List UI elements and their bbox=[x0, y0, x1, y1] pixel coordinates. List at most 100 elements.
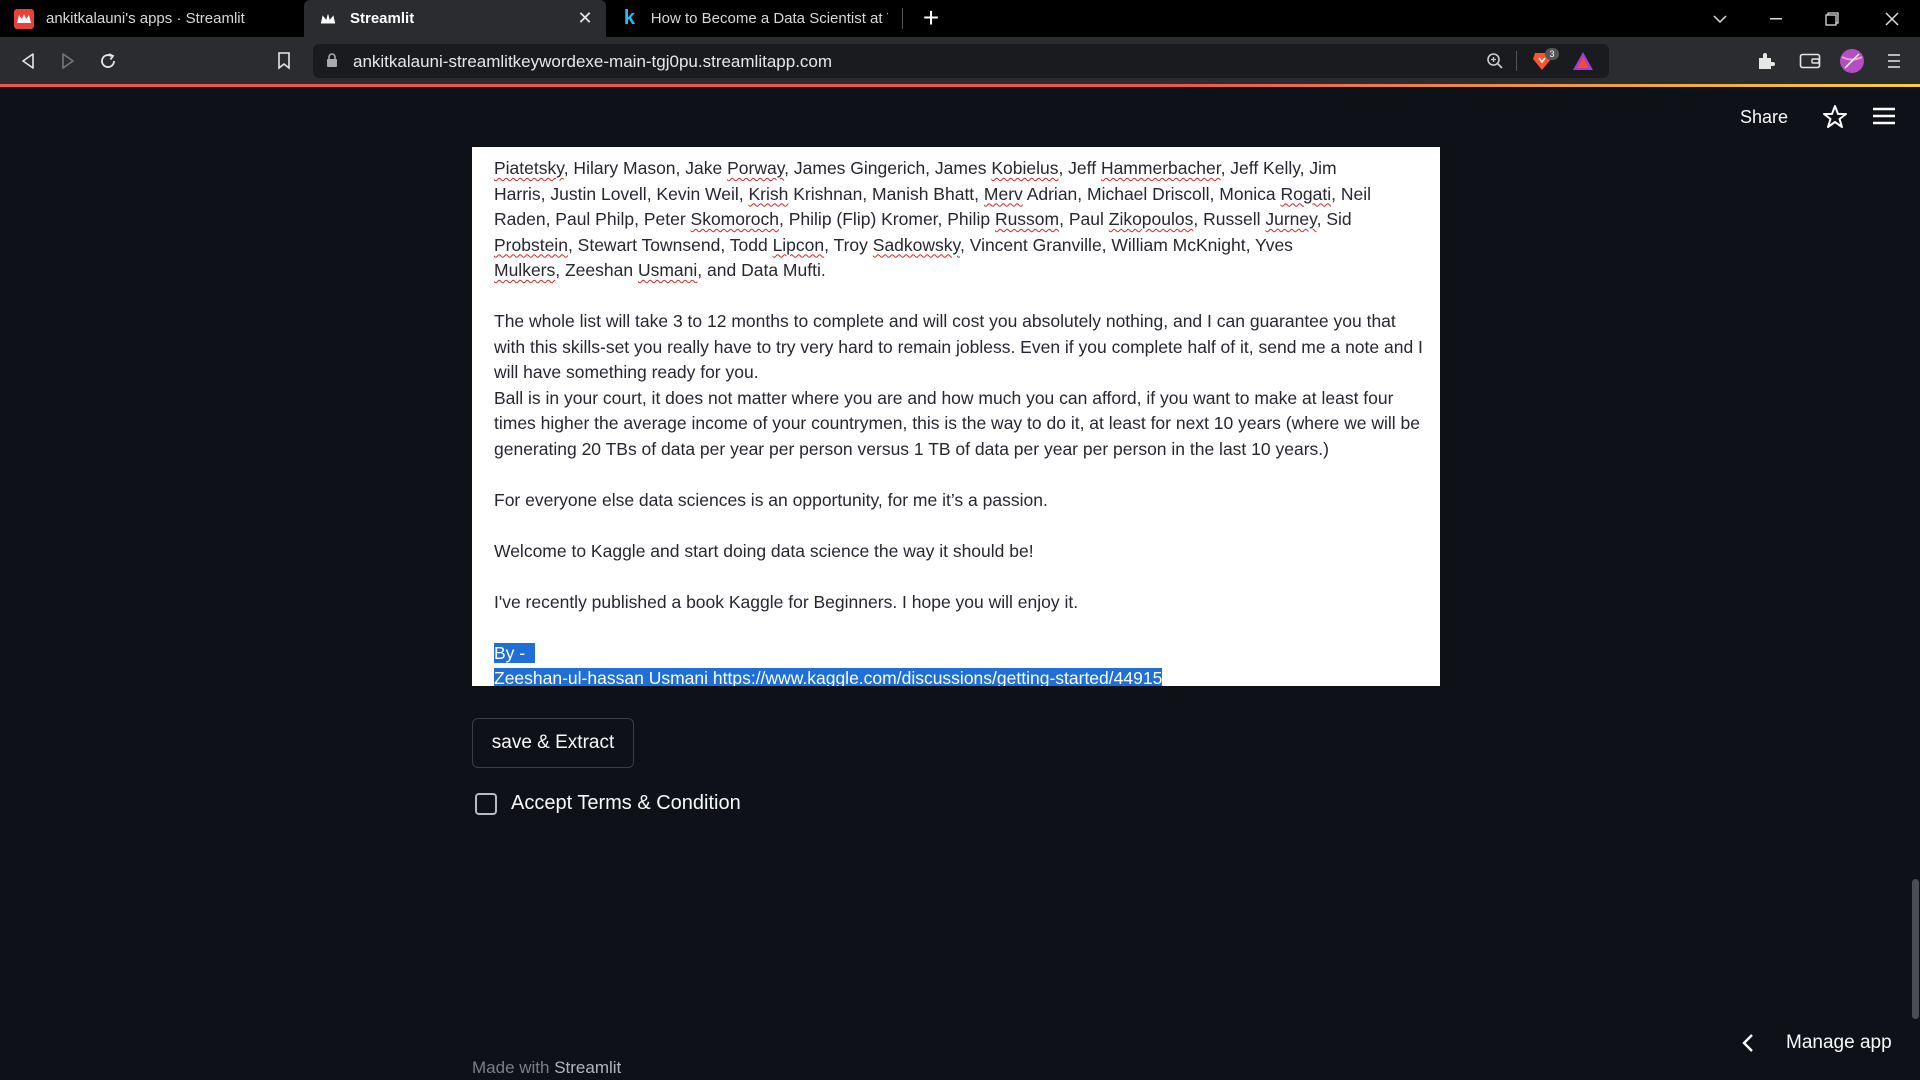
accept-terms-checkbox-row[interactable]: Accept Terms & Condition bbox=[475, 792, 741, 815]
wallet-icon[interactable] bbox=[1796, 47, 1824, 75]
text-fragment: Zeeshan-ul-hassan Usmani https://www.kag… bbox=[494, 668, 1163, 686]
text-fragment: Kobielus bbox=[991, 158, 1059, 178]
text-fragment: Piatetsky bbox=[494, 158, 564, 178]
text-fragment: , Neil bbox=[1331, 183, 1371, 204]
text-fragment: , Vincent Granville, William McKnight, Y… bbox=[959, 234, 1293, 255]
browser-toolbar: ankitkalauni-streamlitkeywordexe-main-tg… bbox=[0, 37, 1920, 85]
text-fragment: Zeeshan-ul- bbox=[494, 668, 588, 686]
text-fragment: Russom bbox=[994, 209, 1060, 229]
text-fragment: Harris, Justin Lovell, Kevin Weil, bbox=[494, 183, 749, 204]
text-fragment: Lipcon bbox=[772, 234, 825, 255]
accept-terms-checkbox[interactable] bbox=[475, 792, 497, 815]
accept-terms-label[interactable]: Accept Terms & Condition bbox=[511, 792, 741, 815]
text-fragment: hassan bbox=[587, 668, 644, 686]
text-fragment: Adrian, Michael Driscoll, Monica bbox=[1022, 183, 1281, 204]
close-icon[interactable]: ✕ bbox=[576, 9, 594, 27]
star-icon[interactable] bbox=[1822, 104, 1848, 130]
text-fragment: Hammerbacher bbox=[1100, 158, 1221, 178]
text-fragment: Mulkers bbox=[494, 260, 556, 280]
zoom-icon[interactable] bbox=[1484, 50, 1506, 72]
address-bar[interactable]: ankitkalauni-streamlitkeywordexe-main-tg… bbox=[313, 44, 1609, 78]
text-fragment: By - bbox=[494, 642, 526, 663]
text-fragment: Skomoroch bbox=[690, 209, 780, 229]
new-tab-icon[interactable]: + bbox=[918, 4, 944, 32]
browser-tab-bar: ankitkalauni's apps · Streamlit Streamli… bbox=[0, 0, 1920, 37]
reload-icon[interactable] bbox=[94, 47, 122, 75]
text-paragraph: Ball is in your court, it does not matte… bbox=[494, 387, 1420, 459]
manage-app-label: Manage app bbox=[1786, 1032, 1892, 1053]
text-fragment: By - bbox=[494, 642, 535, 663]
streamlit-link[interactable]: Streamlit bbox=[554, 1058, 621, 1077]
text-fragment: , Stewart Townsend, Todd bbox=[567, 234, 773, 255]
text-fragment: Usmani bbox=[637, 260, 698, 280]
text-fragment: Krish bbox=[748, 183, 789, 204]
tab-streamlit-active[interactable]: Streamlit ✕ bbox=[304, 0, 606, 37]
text-fragment: https://www.kaggle.com/discussions/getti… bbox=[708, 668, 1163, 686]
text-line: Mulkers, Zeeshan Usmani, and Data Mufti. bbox=[494, 258, 1424, 284]
text-fragment: Krishnan, Manish Bhatt, bbox=[788, 183, 984, 204]
tab-divider bbox=[902, 8, 903, 29]
minimize-icon[interactable] bbox=[1748, 0, 1804, 37]
back-icon[interactable] bbox=[14, 47, 42, 75]
divider bbox=[1516, 51, 1517, 71]
shields-count-badge: 3 bbox=[1545, 48, 1559, 60]
selected-text: Zeeshan-ul-hassan Usmani https://www.kag… bbox=[494, 666, 1424, 686]
text-paragraph: Welcome to Kaggle and start doing data s… bbox=[494, 540, 1034, 561]
text-fragment: Rogati bbox=[1280, 183, 1332, 204]
text-fragment: Zikopoulos bbox=[1108, 209, 1194, 229]
text-fragment: , Philip (Flip) Kromer, Philip bbox=[779, 209, 995, 229]
text-paragraph: The whole list will take 3 to 12 months … bbox=[494, 311, 1423, 382]
streamlit-crown-icon bbox=[318, 9, 338, 29]
text-fragment: , Zeeshan bbox=[555, 260, 638, 280]
close-window-icon[interactable] bbox=[1864, 0, 1920, 37]
extensions-icon[interactable] bbox=[1752, 47, 1780, 75]
app-header: Share bbox=[0, 87, 1920, 149]
text-fragment: Jurney bbox=[1265, 209, 1317, 229]
app-viewport: Share Piatetsky, Hilary Mason, Jake Porw… bbox=[0, 87, 1920, 1080]
share-button[interactable]: Share bbox=[1740, 107, 1788, 128]
browser-menu-icon[interactable] bbox=[1880, 47, 1908, 75]
text-fragment: , Troy bbox=[824, 234, 873, 255]
save-extract-button[interactable]: save & Extract bbox=[472, 718, 634, 768]
text-paragraph: For everyone else data sciences is an op… bbox=[494, 489, 1048, 510]
kaggle-k-icon: k bbox=[623, 7, 635, 29]
text-fragment: , Paul bbox=[1059, 209, 1109, 229]
text-fragment: , Russell bbox=[1193, 209, 1266, 229]
profile-avatar-icon[interactable] bbox=[1838, 47, 1866, 75]
tab-streamlit-apps[interactable]: ankitkalauni's apps · Streamlit bbox=[0, 0, 304, 37]
tab-title: Streamlit bbox=[350, 10, 415, 27]
text-fragment: Sadkowsky bbox=[872, 234, 960, 255]
text-line: Piatetsky, Hilary Mason, Jake Porway, Ja… bbox=[494, 158, 1337, 178]
tab-kaggle-article[interactable]: k How to Become a Data Scientist at Yo bbox=[606, 0, 902, 37]
footer-prefix: Made with bbox=[472, 1058, 555, 1077]
text-input-area[interactable]: Piatetsky, Hilary Mason, Jake Porway, Ja… bbox=[472, 147, 1440, 686]
brave-rewards-icon[interactable] bbox=[1572, 50, 1594, 72]
streamlit-red-crown-icon bbox=[14, 8, 34, 29]
scrollbar-thumb[interactable] bbox=[1912, 879, 1919, 1019]
bookmark-icon[interactable] bbox=[270, 47, 298, 75]
tab-search-chevron-icon[interactable] bbox=[1692, 0, 1748, 37]
text-line: Raden, Paul Philp, Peter Skomoroch, Phil… bbox=[494, 207, 1424, 233]
forward-icon[interactable] bbox=[54, 47, 82, 75]
selected-text: By - bbox=[494, 641, 1424, 667]
lock-icon[interactable] bbox=[326, 53, 338, 73]
text-line: Probstein, Stewart Townsend, Todd Lipcon… bbox=[494, 233, 1424, 259]
text-fragment: Probstein bbox=[494, 234, 568, 255]
text-line: Harris, Justin Lovell, Kevin Weil, Krish… bbox=[494, 182, 1424, 208]
manage-app-button[interactable]: Manage app bbox=[1742, 1032, 1892, 1054]
restore-icon[interactable] bbox=[1804, 0, 1860, 37]
text-fragment: Usmani bbox=[648, 668, 709, 686]
chevron-left-icon bbox=[1742, 1033, 1756, 1053]
text-paragraph: I've recently published a book Kaggle fo… bbox=[494, 591, 1079, 612]
hamburger-menu-icon[interactable] bbox=[1872, 106, 1898, 128]
text-fragment: Porway bbox=[727, 158, 785, 178]
text-fragment: Raden, Paul Philp, Peter bbox=[494, 209, 691, 229]
text-fragment: , and Data Mufti. bbox=[697, 260, 826, 280]
text-fragment: , Sid bbox=[1316, 209, 1352, 229]
url-text[interactable]: ankitkalauni-streamlitkeywordexe-main-tg… bbox=[353, 52, 832, 72]
footer: Made with Streamlit bbox=[472, 1058, 621, 1078]
text-fragment: Merv bbox=[983, 183, 1023, 204]
text-input-content[interactable]: Piatetsky, Hilary Mason, Jake Porway, Ja… bbox=[494, 158, 1424, 686]
tab-title: ankitkalauni's apps · Streamlit bbox=[46, 10, 245, 27]
tab-title: How to Become a Data Scientist at Yo bbox=[650, 10, 888, 27]
